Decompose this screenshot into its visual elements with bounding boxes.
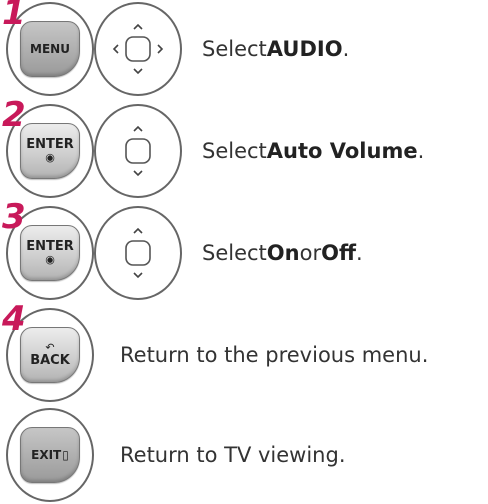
step-number: 2 [2,95,26,135]
exit-button-label: EXIT [31,447,62,462]
back-button-label: BACK [30,352,70,368]
option-on: On [266,241,300,265]
step-4-instruction: Return to the previous menu. [120,343,429,367]
step-number: 4 [2,299,26,339]
up-down-navigation-icon[interactable] [106,221,170,285]
step-3-instruction: Select On or Off. [202,241,363,265]
step-1-instruction: Select AUDIO. [202,37,350,61]
enter-dot-icon: ◉ [45,151,55,165]
step-exit: EXIT ▯ Return to TV viewing. [0,408,488,504]
step-1: 1 MENU Select AUDIO. [0,0,488,98]
enter-dot-icon: ◉ [45,253,55,267]
step-number: 1 [2,0,26,33]
up-down-navigation-icon[interactable] [106,119,170,183]
option-off: Off [321,241,356,265]
back-button[interactable]: ↶ BACK [20,327,80,383]
menu-item-audio: AUDIO [266,37,343,61]
enter-button[interactable]: ENTER ◉ [20,225,80,281]
exit-door-icon: ▯ [62,447,69,462]
enter-button-label: ENTER [26,137,74,153]
up-down-pad-outline [94,206,182,300]
navigation-pad-outline [94,2,182,96]
menu-item-auto-volume: Auto Volume [266,139,418,163]
menu-button[interactable]: MENU [20,21,80,77]
enter-button-label: ENTER [26,239,74,255]
step-number: 3 [2,197,26,237]
step-3: 3 ENTER ◉ Select On or Off. [0,200,488,302]
step-2-instruction: Select Auto Volume. [202,139,425,163]
exit-button[interactable]: EXIT ▯ [20,427,80,483]
up-down-pad-outline [94,104,182,198]
exit-instruction: Return to TV viewing. [120,443,346,467]
four-way-navigation-pad-icon[interactable] [106,17,170,81]
step-2: 2 ENTER ◉ Select Auto Volume. [0,98,488,200]
step-4: 4 ↶ BACK Return to the previous menu. [0,302,488,404]
enter-button[interactable]: ENTER ◉ [20,123,80,179]
menu-button-label: MENU [30,41,70,56]
exit-button-outline: EXIT ▯ [6,408,94,502]
